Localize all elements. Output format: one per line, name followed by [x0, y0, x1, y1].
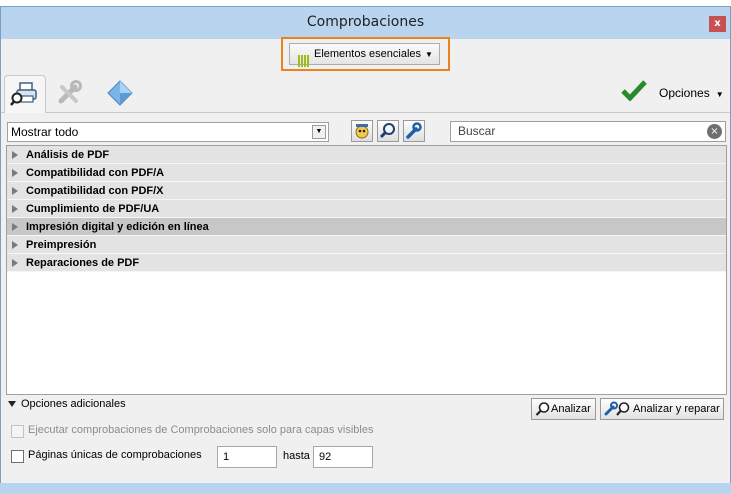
expand-triangle-icon[interactable] — [12, 223, 18, 231]
list-item[interactable]: Reparaciones de PDF — [7, 254, 726, 272]
magnifier-icon — [379, 123, 395, 139]
options-menu[interactable]: Opciones ▼ — [659, 86, 724, 100]
list-item[interactable]: Compatibilidad con PDF/X — [7, 182, 726, 200]
visible-layers-label: Ejecutar comprobaciones de Comprobacione… — [28, 424, 374, 436]
list-item[interactable]: Compatibilidad con PDF/A — [7, 164, 726, 182]
expand-triangle-icon[interactable] — [12, 259, 18, 267]
tab-fixups[interactable] — [4, 75, 46, 113]
close-button[interactable]: x — [709, 16, 726, 32]
expand-triangle-icon[interactable] — [12, 187, 18, 195]
filter-selected-value: Mostrar todo — [11, 125, 79, 139]
bars-icon — [298, 47, 310, 68]
options-label: Opciones — [659, 86, 710, 100]
magnifier-icon — [535, 402, 550, 416]
wrench-icon — [406, 122, 422, 139]
analyze-label: Analizar — [551, 403, 591, 415]
expand-triangle-icon[interactable] — [12, 169, 18, 177]
chevron-down-icon[interactable]: ▼ — [312, 125, 326, 139]
to-label: hasta — [283, 450, 310, 462]
list-item[interactable]: Preimpresión — [7, 236, 726, 254]
wrench-cross-icon[interactable] — [56, 80, 84, 106]
expand-triangle-icon[interactable] — [12, 151, 18, 159]
expand-triangle-icon[interactable] — [12, 205, 18, 213]
collapse-triangle-icon — [8, 401, 16, 408]
analyze-and-fix-label: Analizar y reparar — [633, 403, 720, 415]
additional-options-label: Opciones adicionales — [21, 398, 126, 410]
list-item[interactable]: Análisis de PDF — [7, 146, 726, 164]
find-button[interactable] — [377, 120, 399, 142]
analyze-button[interactable]: Analizar — [531, 398, 596, 420]
window-bottom-edge — [0, 483, 731, 494]
profile-highlight: Elementos esenciales ▼ — [281, 37, 450, 71]
tab-bar: Opciones ▼ — [1, 71, 730, 113]
additional-options-toggle[interactable]: Opciones adicionales — [8, 398, 126, 410]
list-item-selected[interactable]: Impresión digital y edición en línea — [7, 218, 726, 236]
blue-diamond-icon[interactable] — [106, 79, 134, 107]
filter-select[interactable]: Mostrar todo ▼ — [7, 122, 329, 142]
window-title: Comprobaciones — [306, 14, 425, 30]
search-placeholder: Buscar — [458, 124, 496, 138]
chevron-down-icon: ▼ — [715, 90, 724, 99]
page-from-input[interactable]: 1 — [217, 446, 277, 468]
visible-layers-checkbox[interactable] — [11, 425, 24, 438]
edit-button[interactable] — [403, 120, 425, 142]
single-pages-checkbox[interactable] — [11, 450, 24, 463]
expand-triangle-icon[interactable] — [12, 241, 18, 249]
favorites-icon — [355, 124, 369, 139]
profile-label: Elementos esenciales — [314, 48, 422, 60]
profile-group-list[interactable]: Análisis de PDF Compatibilidad con PDF/A… — [6, 145, 727, 395]
preflight-window: Comprobaciones x Elementos esenciales▼ — [0, 6, 731, 490]
analyze-and-fix-button[interactable]: Analizar y reparar — [600, 398, 724, 420]
list-item[interactable]: Cumplimiento de PDF/UA — [7, 200, 726, 218]
printer-magnifier-icon — [10, 82, 37, 106]
title-bar[interactable]: Comprobaciones x — [1, 7, 730, 39]
wrench-magnifier-icon — [604, 401, 630, 416]
clear-search-icon[interactable]: × — [707, 124, 722, 139]
filter-toolbar: Mostrar todo ▼ Buscar × — [1, 117, 730, 142]
search-input[interactable]: Buscar × — [450, 121, 726, 142]
page-to-input[interactable]: 92 — [313, 446, 373, 468]
profile-dropdown-button[interactable]: Elementos esenciales ▼ — [289, 43, 440, 68]
green-check-icon — [621, 80, 647, 101]
single-pages-label: Páginas únicas de comprobaciones — [28, 449, 202, 461]
chevron-down-icon: ▼ — [425, 50, 433, 59]
favorites-button[interactable] — [351, 120, 373, 142]
